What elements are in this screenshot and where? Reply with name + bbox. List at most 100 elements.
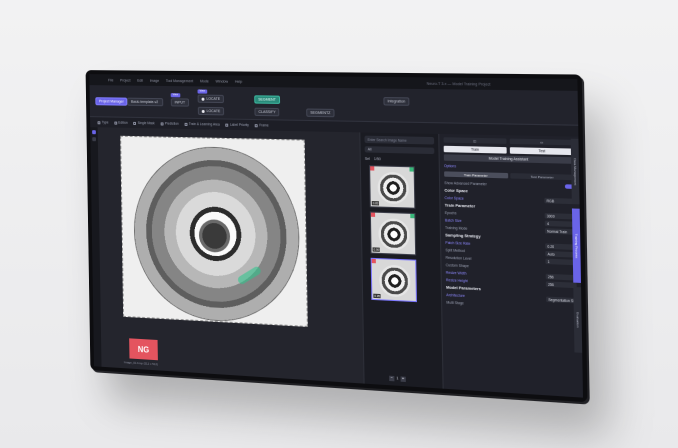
check-label: Prediction — [164, 121, 179, 126]
multi-stage-checkbox[interactable]: Multi Stage — [446, 300, 464, 305]
options-row: Options — [444, 163, 575, 172]
node-segment[interactable]: SEGMENT — [254, 95, 280, 104]
param-value[interactable]: 1 — [545, 258, 577, 266]
menu-window[interactable]: Window — [216, 79, 229, 83]
side-tab-training-process[interactable]: Training Process — [571, 208, 581, 283]
param-value[interactable]: 256 — [545, 273, 577, 281]
ng-flag-icon — [371, 258, 376, 264]
node-locate-2[interactable]: LOCATE — [197, 106, 225, 116]
check-prediction[interactable]: Prediction — [160, 121, 179, 126]
param-value[interactable]: 4 — [544, 220, 576, 228]
menu-edit[interactable]: Edit — [137, 78, 143, 82]
check-edition[interactable]: Edition — [114, 121, 128, 125]
node-classify[interactable]: CLASSIFY — [254, 107, 280, 117]
prev-page-button[interactable]: − — [389, 375, 395, 382]
seg-test-parameter[interactable]: Test Parameter — [509, 173, 575, 181]
test-button[interactable]: Test — [509, 147, 575, 156]
param-value[interactable]: 256 — [545, 281, 577, 289]
integration-button[interactable]: Integration — [383, 97, 410, 106]
param-label: Resize Height — [445, 277, 468, 283]
menu-tool[interactable]: Tool Management — [166, 78, 193, 82]
param-value[interactable]: 3000 — [544, 213, 576, 220]
checkbox — [160, 121, 164, 126]
menu-mode[interactable]: Mode — [200, 79, 209, 83]
image-list: Enter Search Image Name All Sel 1/50 0.8… — [359, 132, 443, 389]
thumbnail-image — [377, 171, 410, 205]
image-canvas[interactable] — [120, 135, 308, 327]
checkbox — [133, 121, 137, 125]
ng-flag-icon — [370, 166, 375, 171]
node-input[interactable]: INPUT — [170, 98, 189, 107]
view-tag: View — [170, 93, 180, 98]
pagination: − 1 + — [389, 375, 406, 383]
param-value[interactable]: RGB — [544, 197, 576, 205]
thumbnail-item[interactable]: 0.90 — [369, 211, 417, 256]
panel-tabs: ◫ ▭ — [443, 137, 575, 146]
node-classify-label: CLASSIFY — [258, 109, 276, 115]
workspace-select[interactable]: Basic-template-v2 — [127, 97, 164, 107]
image-info: Image_01.bmp (512 x 512) — [123, 360, 159, 367]
show-advanced-label: Show Advanced Parameter — [444, 180, 487, 186]
check-label-priority[interactable]: Label Priority — [225, 123, 249, 127]
window-title: Neuro-T 3.x — Model Training Project — [426, 81, 491, 87]
node-segmentz[interactable]: SEGMENTZ — [306, 108, 335, 118]
options-label[interactable]: Options — [444, 163, 456, 168]
select-all-checkbox[interactable]: Sel — [365, 157, 370, 161]
train-button[interactable]: Train — [443, 145, 507, 154]
tab-folder[interactable]: ▭ — [509, 138, 575, 146]
stage: File Project Edit Image Tool Management … — [0, 0, 678, 448]
select-tool-icon[interactable] — [92, 130, 96, 135]
custom-shape-checkbox[interactable]: Custom Shape — [446, 263, 469, 268]
param-value[interactable]: Normal Train — [544, 228, 576, 235]
check-label: Single Mask — [137, 120, 155, 126]
menu-image[interactable]: Image — [150, 78, 160, 82]
param-label: Epochs — [444, 210, 457, 215]
parameter-segment: Train Parameter Test Parameter — [444, 171, 575, 181]
workspace-value: Basic-template-v2 — [130, 99, 159, 105]
thumbnail-item[interactable]: 0.83 — [369, 165, 416, 209]
image-search-input[interactable]: Enter Search Image Name — [364, 135, 435, 145]
check-learning-area[interactable]: Train & Learning Area — [184, 122, 220, 127]
node-icon — [201, 109, 205, 113]
check-single-mask[interactable]: Single Mask — [133, 120, 155, 126]
checkbox — [114, 121, 117, 125]
seg-train-parameter[interactable]: Train Parameter — [444, 171, 508, 179]
param-label: Split Method — [445, 247, 465, 253]
param-label: Batch Size — [444, 217, 462, 223]
menu-file[interactable]: File — [108, 78, 113, 82]
project-manager-button[interactable]: Project Manager — [95, 97, 128, 106]
param-row: Color Space RGB — [445, 195, 576, 205]
checkbox — [225, 123, 229, 127]
next-page-button[interactable]: + — [400, 376, 406, 383]
app-window: File Project Edit Image Tool Management … — [89, 74, 584, 398]
param-value[interactable]: 0.20 — [545, 243, 576, 251]
thumbnail-score: 0.90 — [372, 247, 381, 252]
check-label: Frame — [259, 123, 269, 128]
menu-project[interactable]: Project — [120, 78, 131, 82]
thumbnail-item-selected[interactable]: 0.95 — [370, 257, 417, 303]
image-viewer[interactable]: NG Image_01.bmp (512 x 512) — [97, 127, 364, 384]
page-number: 1 — [396, 376, 399, 381]
checkbox — [184, 122, 188, 126]
check-type[interactable]: Type — [97, 120, 108, 124]
node-locate-1[interactable]: LOCATE — [197, 94, 225, 104]
brush-tool-icon[interactable] — [92, 137, 97, 142]
thumbnail-score: 0.83 — [371, 201, 380, 206]
menu-help[interactable]: Help — [235, 79, 242, 83]
ok-flag-icon — [409, 167, 414, 172]
ok-flag-icon — [410, 213, 415, 219]
ng-badge: NG — [129, 338, 158, 361]
integration-label: Integration — [387, 99, 406, 104]
param-value[interactable]: Segmentation SF — [546, 296, 577, 304]
image-filter-select[interactable]: All — [364, 146, 435, 155]
checkbox — [97, 120, 101, 124]
monitor: File Project Edit Image Tool Management … — [85, 70, 588, 403]
tab-train[interactable]: ◫ — [443, 137, 507, 144]
side-tab-data-management[interactable]: Data Management — [570, 138, 580, 205]
param-value[interactable]: Auto — [545, 250, 577, 258]
param-label: Resolution Level — [445, 255, 472, 261]
node-segment-label: SEGMENT — [258, 97, 276, 102]
side-tab-evaluation[interactable]: Evaluation — [573, 286, 583, 353]
check-frame[interactable]: Frame — [254, 123, 269, 128]
training-panel: ◫ ▭ Train Test Model Training Assistant … — [438, 133, 584, 398]
